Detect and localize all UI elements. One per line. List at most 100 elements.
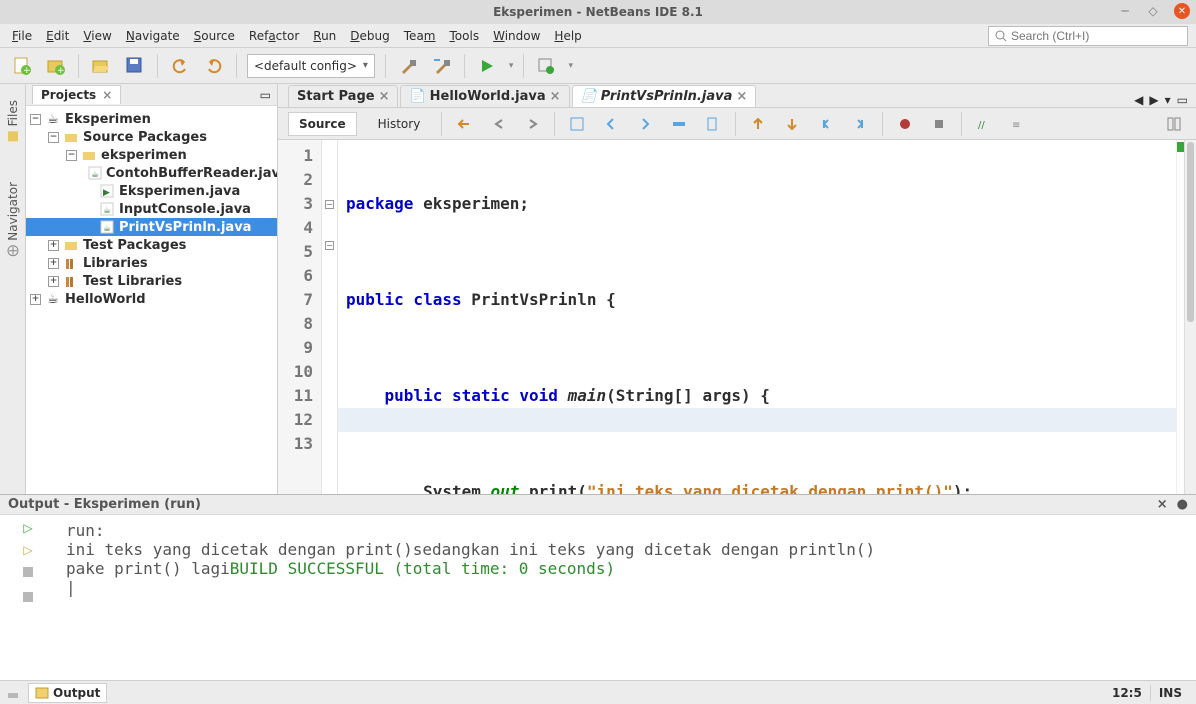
projects-header: Projects × ▭ (26, 84, 277, 106)
menu-view[interactable]: View (79, 27, 115, 45)
tree-test-packages[interactable]: +Test Packages (26, 236, 277, 254)
forward-icon[interactable] (520, 112, 544, 136)
coffee-icon: ☕ (45, 112, 61, 126)
output-dot-icon[interactable]: ● (1177, 497, 1188, 512)
menu-window[interactable]: Window (489, 27, 544, 45)
toggle-bookmark-icon[interactable] (701, 112, 725, 136)
maximize-icon[interactable]: ◇ (1146, 4, 1160, 18)
tree-file-printvsprinln[interactable]: ☕PrintVsPrinln.java (26, 218, 277, 236)
new-file-icon[interactable]: + (10, 54, 34, 78)
fold-toggle-icon[interactable]: − (325, 241, 334, 250)
tab-close-icon[interactable]: × (550, 89, 561, 104)
tree-test-libraries[interactable]: +Test Libraries (26, 272, 277, 290)
menu-run[interactable]: Run (309, 27, 340, 45)
uncomment-icon[interactable]: ≡ (1006, 112, 1030, 136)
menu-edit[interactable]: Edit (42, 27, 73, 45)
clean-build-icon[interactable] (430, 54, 454, 78)
tree-pkg-eksperimen[interactable]: −eksperimen (26, 146, 277, 164)
tab-close-icon[interactable]: × (736, 89, 747, 104)
tree-project-eksperimen[interactable]: −☕Eksperimen (26, 110, 277, 128)
tree-file-contohbuffer[interactable]: ☕ContohBufferReader.java (26, 164, 277, 182)
projects-tab[interactable]: Projects × (32, 85, 121, 104)
tab-printvsprinln[interactable]: 📄PrintVsPrinln.java× (572, 85, 757, 107)
maximize-editor-icon[interactable]: ▭ (1177, 93, 1188, 107)
save-output-icon[interactable] (21, 590, 35, 607)
start-macro-icon[interactable] (893, 112, 917, 136)
tree-project-helloworld[interactable]: +☕HelloWorld (26, 290, 277, 308)
vertical-scrollbar[interactable] (1184, 140, 1196, 494)
svg-text:+: + (23, 66, 31, 76)
menu-file[interactable]: FFileile (8, 27, 36, 45)
svg-text:☕: ☕ (91, 170, 99, 180)
menu-help[interactable]: Help (550, 27, 585, 45)
error-stripe[interactable] (1176, 140, 1184, 494)
tab-prev-icon[interactable]: ◀ (1134, 93, 1143, 107)
output-button[interactable]: Output (28, 683, 107, 703)
tree-file-eksperimen[interactable]: ▶Eksperimen.java (26, 182, 277, 200)
new-project-icon[interactable]: + (44, 54, 68, 78)
status-icon[interactable] (6, 686, 20, 700)
shift-left-icon[interactable] (814, 112, 838, 136)
files-vtab[interactable]: Files (4, 94, 22, 148)
build-icon[interactable] (396, 54, 420, 78)
tab-close-icon[interactable]: × (102, 88, 112, 102)
undo-icon[interactable] (168, 54, 192, 78)
comment-icon[interactable]: // (972, 112, 996, 136)
find-next-icon[interactable] (633, 112, 657, 136)
stop-macro-icon[interactable] (927, 112, 951, 136)
menu-debug[interactable]: Debug (346, 27, 393, 45)
tab-close-icon[interactable]: × (379, 89, 390, 104)
search-box[interactable] (988, 26, 1188, 46)
toggle-highlight-icon[interactable] (667, 112, 691, 136)
rerun-debug-icon[interactable]: ▷ (23, 543, 32, 557)
java-class-icon: ▶ (99, 184, 115, 198)
stop-icon[interactable] (21, 565, 35, 582)
menu-tools[interactable]: Tools (446, 27, 484, 45)
save-all-icon[interactable] (123, 54, 147, 78)
minimize-pane-icon[interactable]: ▭ (260, 88, 271, 102)
rerun-icon[interactable]: ▷ (23, 521, 32, 535)
close-icon[interactable]: ✕ (1174, 3, 1190, 19)
fold-toggle-icon[interactable]: − (325, 200, 334, 209)
svg-text:☕: ☕ (103, 206, 111, 216)
back-icon[interactable] (486, 112, 510, 136)
tab-start-page[interactable]: Start Page× (288, 85, 398, 107)
split-icon[interactable] (1162, 112, 1186, 136)
shift-right-icon[interactable] (848, 112, 872, 136)
tree-file-inputconsole[interactable]: ☕InputConsole.java (26, 200, 277, 218)
config-combo[interactable]: <default config> (247, 54, 375, 78)
code-area[interactable]: package eksperimen; public class PrintVs… (338, 140, 1176, 494)
debug-icon[interactable] (534, 54, 558, 78)
prev-bookmark-icon[interactable] (746, 112, 770, 136)
find-prev-icon[interactable] (599, 112, 623, 136)
navigator-vtab[interactable]: Navigator (4, 176, 22, 263)
projects-tree[interactable]: −☕Eksperimen −Source Packages −eksperime… (26, 106, 277, 494)
last-edit-icon[interactable] (452, 112, 476, 136)
source-button[interactable]: Source (288, 112, 357, 136)
menu-team[interactable]: Team (400, 27, 440, 45)
line-gutter: 12345678910111213 (278, 140, 322, 494)
library-icon (63, 256, 79, 270)
menu-navigate[interactable]: Navigate (122, 27, 184, 45)
tab-helloworld[interactable]: 📄HelloWorld.java× (400, 85, 569, 107)
tree-libraries[interactable]: +Libraries (26, 254, 277, 272)
tab-next-icon[interactable]: ▶ (1149, 93, 1158, 107)
find-selection-icon[interactable] (565, 112, 589, 136)
menu-source[interactable]: Source (190, 27, 239, 45)
package-icon (63, 130, 79, 144)
code-editor[interactable]: 12345678910111213 − − package eksperimen… (278, 140, 1196, 494)
minimize-icon[interactable]: ─ (1118, 4, 1132, 18)
search-input[interactable] (1011, 28, 1181, 44)
tree-source-packages[interactable]: −Source Packages (26, 128, 277, 146)
history-button[interactable]: History (367, 112, 432, 136)
open-project-icon[interactable] (89, 54, 113, 78)
fold-gutter[interactable]: − − (322, 140, 338, 494)
next-bookmark-icon[interactable] (780, 112, 804, 136)
output-close-icon[interactable]: × (1157, 497, 1168, 512)
run-icon[interactable] (475, 54, 499, 78)
output-text[interactable]: run: ini teks yang dicetak dengan print(… (56, 515, 1196, 680)
menu-refactor[interactable]: Refactor (245, 27, 303, 45)
redo-icon[interactable] (202, 54, 226, 78)
tab-list-icon[interactable]: ▾ (1165, 93, 1171, 107)
svg-text:☕: ☕ (103, 224, 111, 234)
